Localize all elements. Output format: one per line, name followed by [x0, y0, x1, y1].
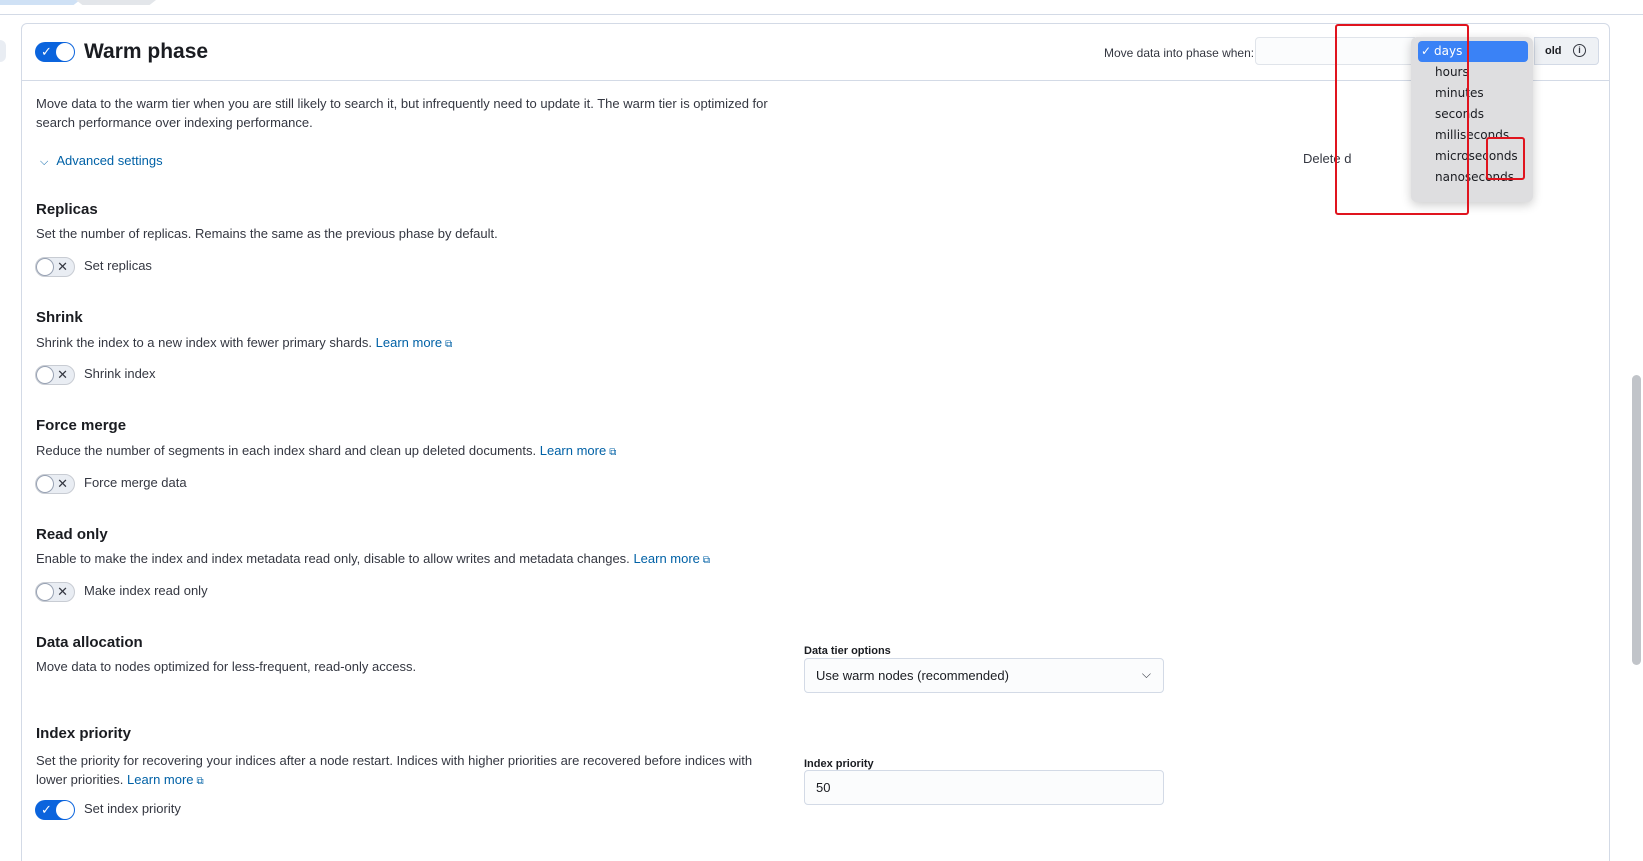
old-append: old i	[1534, 37, 1599, 65]
check-icon: ✓	[41, 44, 52, 59]
allocation-description: Move data to nodes optimized for less-fr…	[36, 659, 417, 674]
readonly-toggle[interactable]: ✕	[35, 582, 75, 602]
forcemerge-toggle[interactable]: ✕	[35, 474, 75, 494]
replicas-description: Set the number of replicas. Remains the …	[36, 226, 498, 241]
close-icon: ✕	[57, 476, 68, 491]
shrink-title: Shrink	[36, 309, 83, 326]
readonly-learn-more-link[interactable]: Learn more	[633, 551, 699, 566]
forcemerge-description: Reduce the number of segments in each in…	[36, 443, 616, 458]
external-link-icon: ⧉	[609, 447, 617, 458]
external-link-icon: ⧉	[196, 776, 204, 787]
move-data-label: Move data into phase when:	[1104, 46, 1255, 60]
toggle-knob	[56, 43, 74, 61]
left-edge-handle	[0, 40, 6, 62]
tab-inactive[interactable]	[76, 0, 156, 5]
close-icon: ✕	[57, 584, 68, 599]
phase-title: Warm phase	[84, 40, 209, 63]
replicas-toggle[interactable]: ✕	[35, 257, 75, 277]
shrink-toggle[interactable]: ✕	[35, 365, 75, 385]
external-link-icon: ⧉	[445, 339, 453, 350]
data-tier-label: Data tier options	[804, 645, 891, 657]
check-icon: ✓	[41, 802, 52, 817]
chevron-down-icon: ⌵	[40, 156, 49, 168]
chevron-down-icon: ⌵	[1141, 667, 1151, 681]
replicas-toggle-label: Set replicas	[84, 258, 152, 273]
toggle-knob	[36, 583, 54, 601]
toggle-knob	[36, 258, 54, 276]
toggle-knob	[36, 366, 54, 384]
advanced-settings-toggle[interactable]: ⌵ Advanced settings	[40, 153, 163, 169]
readonly-toggle-label: Make index read only	[84, 583, 208, 598]
data-tier-select[interactable]: Use warm nodes (recommended) ⌵	[804, 658, 1164, 693]
advanced-settings-label: Advanced settings	[56, 153, 163, 168]
external-link-icon: ⧉	[702, 555, 711, 566]
top-tab-bar	[0, 0, 1643, 15]
replicas-title: Replicas	[36, 201, 98, 218]
priority-toggle-label: Set index priority	[84, 801, 181, 816]
data-tier-value: Use warm nodes (recommended)	[816, 668, 1009, 683]
shrink-description: Shrink the index to a new index with few…	[36, 335, 452, 350]
index-priority-input[interactable]: 50	[804, 770, 1164, 805]
toggle-knob	[36, 475, 54, 493]
priority-learn-more-link[interactable]: Learn more	[127, 772, 193, 787]
priority-toggle[interactable]: ✓	[35, 800, 75, 820]
shrink-learn-more-link[interactable]: Learn more	[376, 335, 442, 350]
index-priority-label: Index priority	[804, 758, 874, 770]
shrink-toggle-label: Shrink index	[84, 366, 156, 381]
index-priority-value: 50	[816, 780, 831, 795]
priority-title: Index priority	[36, 725, 132, 742]
close-icon: ✕	[57, 259, 68, 274]
readonly-description: Enable to make the index and index metad…	[36, 551, 710, 566]
toggle-knob	[56, 801, 74, 819]
forcemerge-description-text: Reduce the number of segments in each in…	[36, 443, 537, 458]
allocation-title: Data allocation	[36, 634, 143, 651]
forcemerge-toggle-label: Force merge data	[84, 475, 187, 490]
priority-description: Set the priority for recovering your ind…	[36, 751, 766, 791]
close-icon: ✕	[57, 367, 68, 382]
phase-description: Move data to the warm tier when you are …	[36, 96, 768, 130]
old-label: old	[1545, 45, 1562, 57]
tab-active-indicator[interactable]	[0, 0, 80, 5]
readonly-description-text: Enable to make the index and index metad…	[36, 551, 630, 566]
warm-phase-toggle[interactable]: ✓	[35, 42, 75, 62]
shrink-description-text: Shrink the index to a new index with few…	[36, 335, 372, 350]
forcemerge-learn-more-link[interactable]: Learn more	[540, 443, 606, 458]
scrollbar-thumb[interactable]	[1632, 375, 1641, 665]
highlight-box-dropdown	[1335, 24, 1469, 215]
readonly-title: Read only	[36, 526, 108, 543]
highlight-box-delete	[1486, 137, 1525, 180]
forcemerge-title: Force merge	[36, 417, 127, 434]
info-icon[interactable]: i	[1573, 44, 1586, 57]
